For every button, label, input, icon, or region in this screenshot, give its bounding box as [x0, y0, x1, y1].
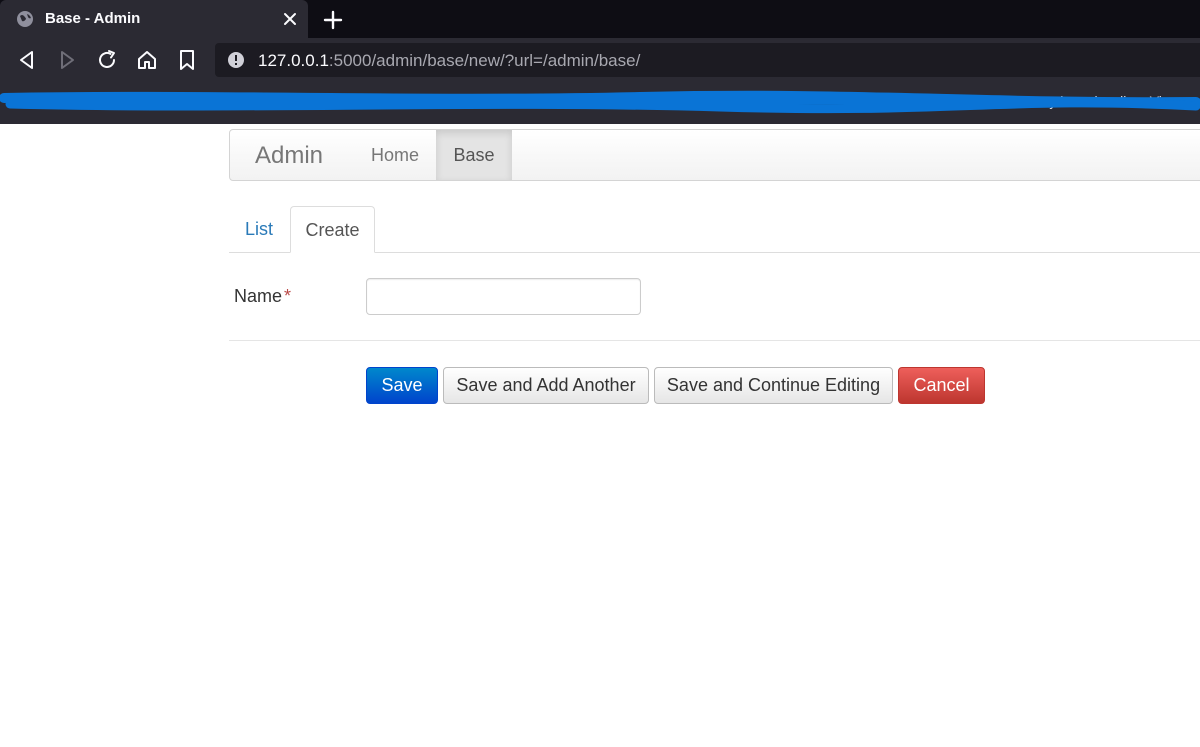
address-bar[interactable]: 127.0.0.1:5000/admin/base/new/?url=/admi…	[215, 43, 1200, 77]
home-icon[interactable]	[135, 48, 159, 72]
nav-base-link[interactable]: Base	[436, 130, 512, 180]
tab-title: Base - Admin	[45, 10, 141, 27]
browser-tab-strip: Base - Admin	[0, 0, 1200, 38]
admin-page: Admin Home Base List Create Name * Save S…	[0, 124, 1200, 747]
bookmark-icon[interactable]	[175, 48, 199, 72]
new-tab-icon[interactable]	[320, 7, 346, 33]
redaction-scribble	[0, 90, 1200, 114]
save-and-continue-editing-button[interactable]: Save and Continue Editing	[654, 367, 893, 404]
save-button[interactable]: Save	[366, 367, 438, 404]
browser-toolbar: 127.0.0.1:5000/admin/base/new/?url=/admi…	[0, 38, 1200, 82]
required-marker: *	[284, 286, 292, 306]
name-field-label: Name *	[234, 286, 291, 307]
admin-brand[interactable]: Admin	[255, 142, 323, 170]
url-text: 127.0.0.1:5000/admin/base/new/?url=/admi…	[258, 51, 640, 71]
cancel-button[interactable]: Cancel	[898, 367, 985, 404]
bookmarks-toolbar: Y... l...B...t...t ...on - IDLE... Pytho…	[0, 82, 1200, 124]
admin-navbar: Admin Home Base	[229, 129, 1200, 181]
forward-icon[interactable]	[55, 48, 79, 72]
back-icon[interactable]	[15, 48, 39, 72]
nav-home-link[interactable]: Home	[354, 130, 436, 180]
browser-tab[interactable]: Base - Admin	[0, 0, 308, 38]
form-divider	[229, 340, 1200, 341]
url-path: :5000/admin/base/new/?url=/admin/base/	[328, 51, 641, 70]
name-label-text: Name	[234, 286, 283, 306]
tab-list[interactable]: List	[229, 206, 289, 252]
name-input[interactable]	[366, 278, 641, 315]
tab-create[interactable]: Create	[290, 206, 375, 253]
globe-icon	[17, 11, 33, 27]
save-and-add-another-button[interactable]: Save and Add Another	[443, 367, 649, 404]
reload-icon[interactable]	[95, 48, 119, 72]
url-host: 127.0.0.1	[258, 51, 329, 70]
close-tab-icon[interactable]	[280, 9, 300, 29]
site-info-icon[interactable]	[227, 51, 245, 69]
